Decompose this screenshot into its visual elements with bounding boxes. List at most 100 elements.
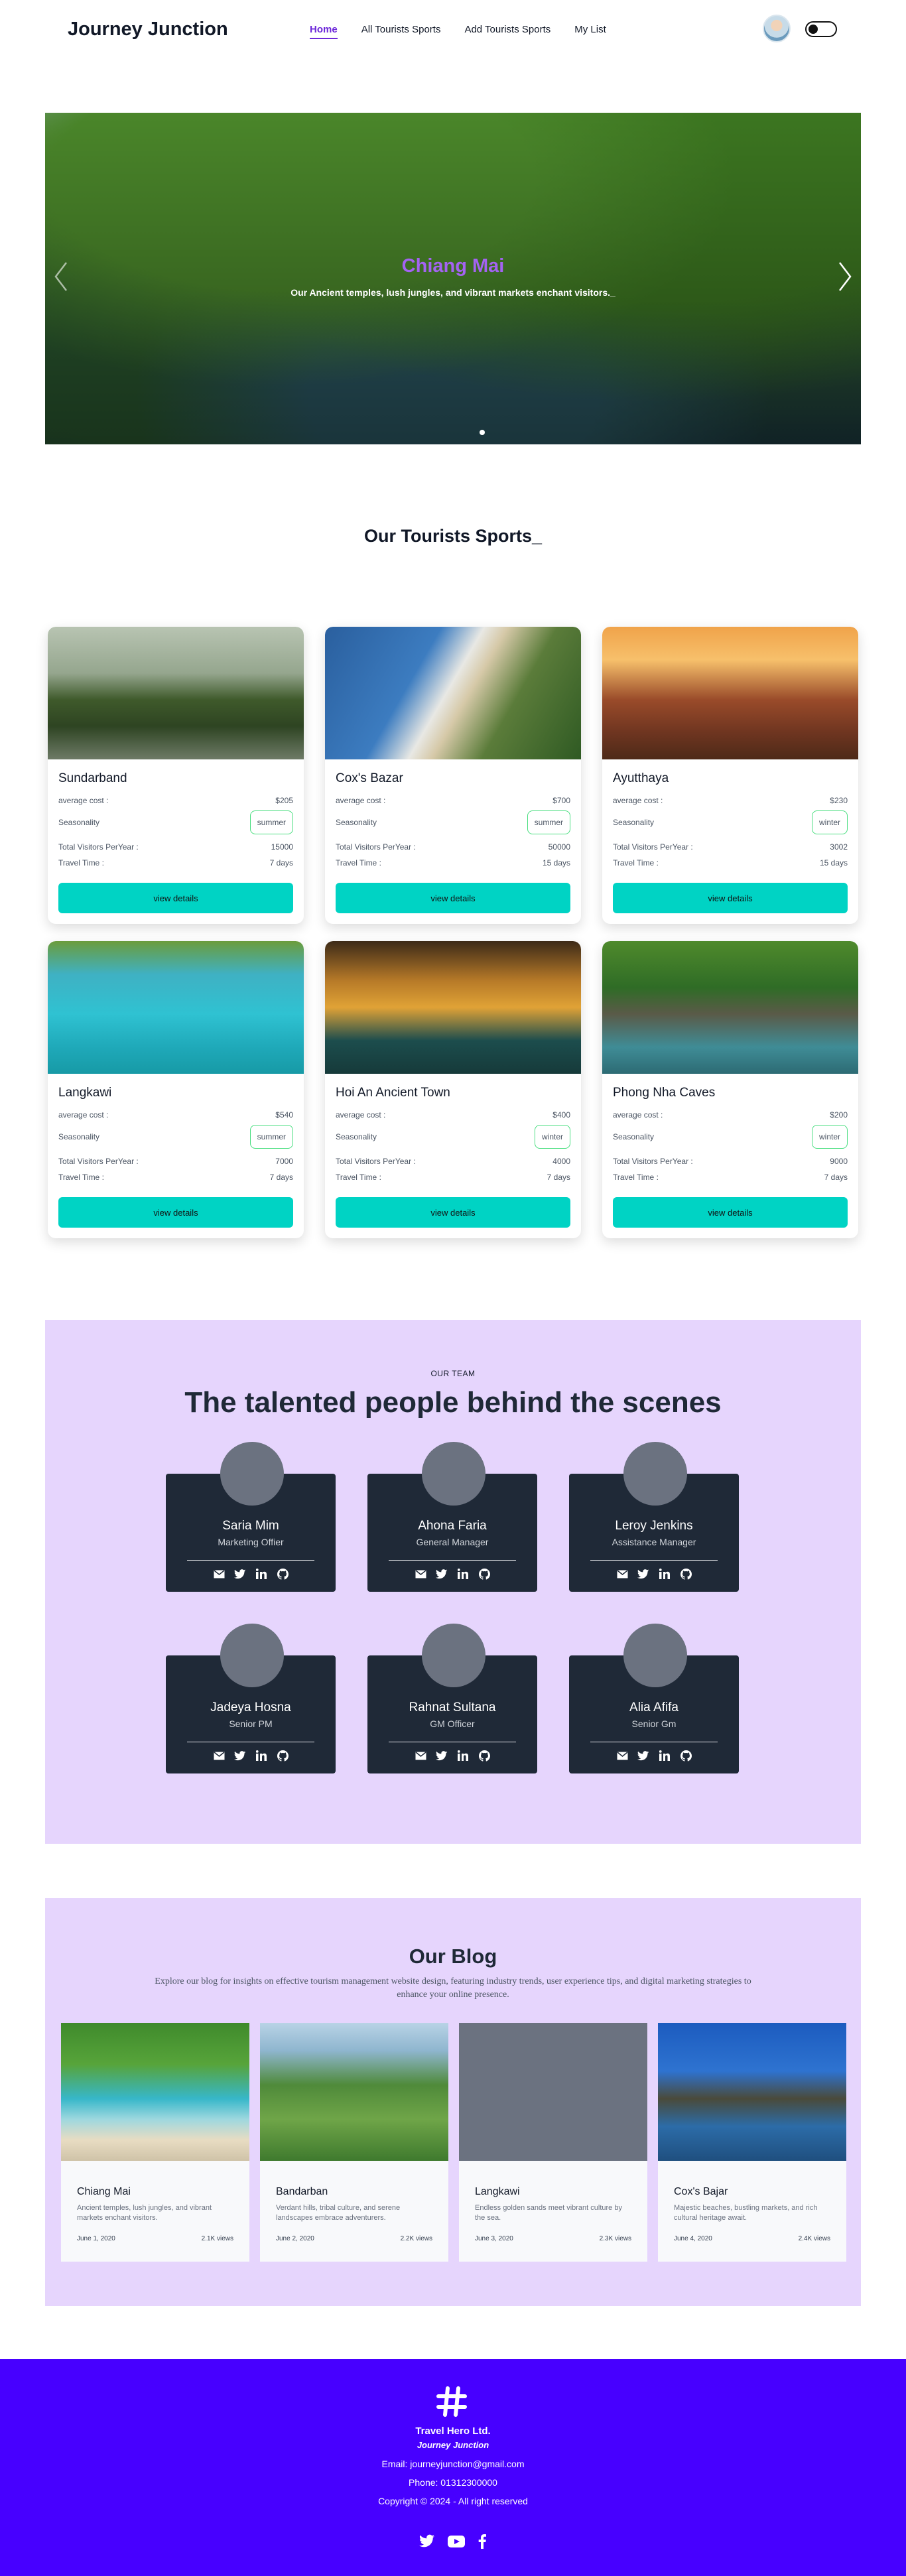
linkedin-icon[interactable] [657, 1748, 672, 1763]
twitter-icon[interactable] [233, 1567, 247, 1581]
view-details-button[interactable]: view details [613, 1197, 848, 1228]
nav-link-my-list[interactable]: My List [574, 24, 606, 39]
twitter-icon[interactable] [434, 1567, 449, 1581]
nav-link-add-tourists-sports[interactable]: Add Tourists Sports [464, 24, 550, 39]
mail-icon[interactable] [212, 1567, 226, 1581]
season-badge: winter [811, 1125, 848, 1149]
twitter-icon[interactable] [636, 1748, 651, 1763]
github-icon[interactable] [679, 1748, 693, 1763]
blog-post-meta: June 3, 2020 2.3K views [475, 2235, 631, 2242]
linkedin-icon[interactable] [254, 1748, 269, 1763]
linkedin-icon[interactable] [456, 1748, 470, 1763]
season-row: Seasonality summer [58, 807, 293, 838]
blog-post-description: Endless golden sands meet vibrant cultur… [475, 2204, 622, 2222]
theme-toggle[interactable] [805, 21, 837, 37]
member-social-links [367, 1567, 537, 1581]
twitter-icon[interactable] [434, 1748, 449, 1763]
view-details-button[interactable]: view details [613, 883, 848, 913]
nav-link-all-tourists-sports[interactable]: All Tourists Sports [361, 24, 441, 39]
slider-dot[interactable] [480, 430, 485, 435]
blog-description: Explore our blog for insights on effecti… [155, 1976, 751, 2000]
twitter-icon[interactable] [233, 1748, 247, 1763]
blog-post-meta: June 4, 2020 2.4K views [674, 2235, 830, 2242]
blog-post-card[interactable]: Bandarban Verdant hills, tribal culture,… [260, 2023, 448, 2262]
divider [187, 1560, 314, 1561]
time-label: Travel Time : [613, 858, 659, 868]
twitter-icon[interactable] [419, 2534, 435, 2549]
team-kicker: OUR TEAM [430, 1369, 476, 1378]
cost-label: average cost : [58, 796, 109, 805]
team-member-card: Leroy Jenkins Assistance Manager [569, 1442, 739, 1592]
view-details-button[interactable]: view details [336, 1197, 570, 1228]
member-role: Senior PM [229, 1718, 273, 1729]
user-avatar[interactable] [763, 15, 791, 42]
time-label: Travel Time : [58, 1173, 104, 1182]
blog-post-card[interactable]: Chiang Mai Ancient temples, lush jungles… [61, 2023, 249, 2262]
member-role: GM Officer [430, 1718, 475, 1729]
season-row: Seasonality winter [613, 1122, 848, 1152]
cost-label: average cost : [336, 796, 386, 805]
github-icon[interactable] [477, 1567, 491, 1581]
linkedin-icon[interactable] [254, 1567, 269, 1581]
facebook-icon[interactable] [478, 2534, 487, 2549]
blog-post-image [658, 2023, 846, 2161]
member-social-links [367, 1748, 537, 1763]
mail-icon[interactable] [212, 1748, 226, 1763]
cost-row: average cost : $205 [58, 794, 293, 807]
blog-post-title: Chiang Mai [77, 2186, 131, 2197]
footer-company: Travel Hero Ltd. [415, 2425, 491, 2437]
tourist-spot-image [325, 941, 581, 1074]
footer-social-links [0, 2534, 906, 2549]
time-row: Travel Time : 7 days [58, 856, 293, 869]
mail-icon[interactable] [615, 1567, 629, 1581]
cost-value: $230 [830, 796, 848, 805]
mail-icon[interactable] [413, 1748, 428, 1763]
visitors-row: Total Visitors PerYear : 7000 [58, 1152, 293, 1171]
team-member-card: Saria Mim Marketing Offier [166, 1442, 336, 1592]
brand-logo[interactable]: Journey Junction [68, 19, 228, 40]
visitors-value: 9000 [830, 1157, 848, 1166]
footer-email: Email: journeyjunction@gmail.com [381, 2459, 525, 2469]
view-details-button[interactable]: view details [58, 1197, 293, 1228]
visitors-value: 50000 [548, 842, 570, 852]
nav-link-home[interactable]: Home [310, 24, 338, 39]
member-name: Alia Afifa [629, 1701, 679, 1714]
linkedin-icon[interactable] [456, 1567, 470, 1581]
blog-post-title: Cox's Bajar [674, 2186, 728, 2197]
twitter-icon[interactable] [636, 1567, 651, 1581]
view-details-button[interactable]: view details [58, 883, 293, 913]
member-name: Ahona Faria [418, 1519, 487, 1533]
linkedin-icon[interactable] [657, 1567, 672, 1581]
chevron-left-icon[interactable] [52, 260, 70, 293]
chevron-right-icon[interactable] [836, 260, 854, 293]
time-row: Travel Time : 15 days [336, 856, 570, 869]
github-icon[interactable] [275, 1567, 290, 1581]
blog-post-date: June 3, 2020 [475, 2235, 513, 2242]
member-social-links [166, 1748, 336, 1763]
blog-post-card[interactable]: Cox's Bajar Majestic beaches, bustling m… [658, 2023, 846, 2262]
view-details-button[interactable]: view details [336, 883, 570, 913]
blog-post-card[interactable]: Langkawi Endless golden sands meet vibra… [459, 2023, 647, 2262]
time-value: 15 days [542, 858, 570, 868]
visitors-value: 15000 [271, 842, 293, 852]
time-value: 7 days [269, 858, 293, 868]
season-badge: winter [534, 1125, 570, 1149]
mail-icon[interactable] [413, 1567, 428, 1581]
github-icon[interactable] [679, 1567, 693, 1581]
tourist-spot-name: Cox's Bazar [336, 771, 403, 785]
cost-row: average cost : $230 [613, 794, 848, 807]
cost-value: $400 [552, 1110, 570, 1120]
team-member-card: Jadeya Hosna Senior PM [166, 1624, 336, 1773]
cost-row: average cost : $700 [336, 794, 570, 807]
visitors-label: Total Visitors PerYear : [58, 842, 139, 852]
card-body: Sundarband average cost : $205 Seasonali… [48, 759, 304, 869]
season-badge: summer [249, 1125, 293, 1149]
cost-row: average cost : $540 [58, 1108, 293, 1122]
member-social-links [166, 1567, 336, 1581]
youtube-icon[interactable] [447, 2534, 466, 2549]
github-icon[interactable] [477, 1748, 491, 1763]
github-icon[interactable] [275, 1748, 290, 1763]
footer-phone: Phone: 01312300000 [409, 2477, 497, 2488]
mail-icon[interactable] [615, 1748, 629, 1763]
cost-value: $540 [275, 1110, 293, 1120]
